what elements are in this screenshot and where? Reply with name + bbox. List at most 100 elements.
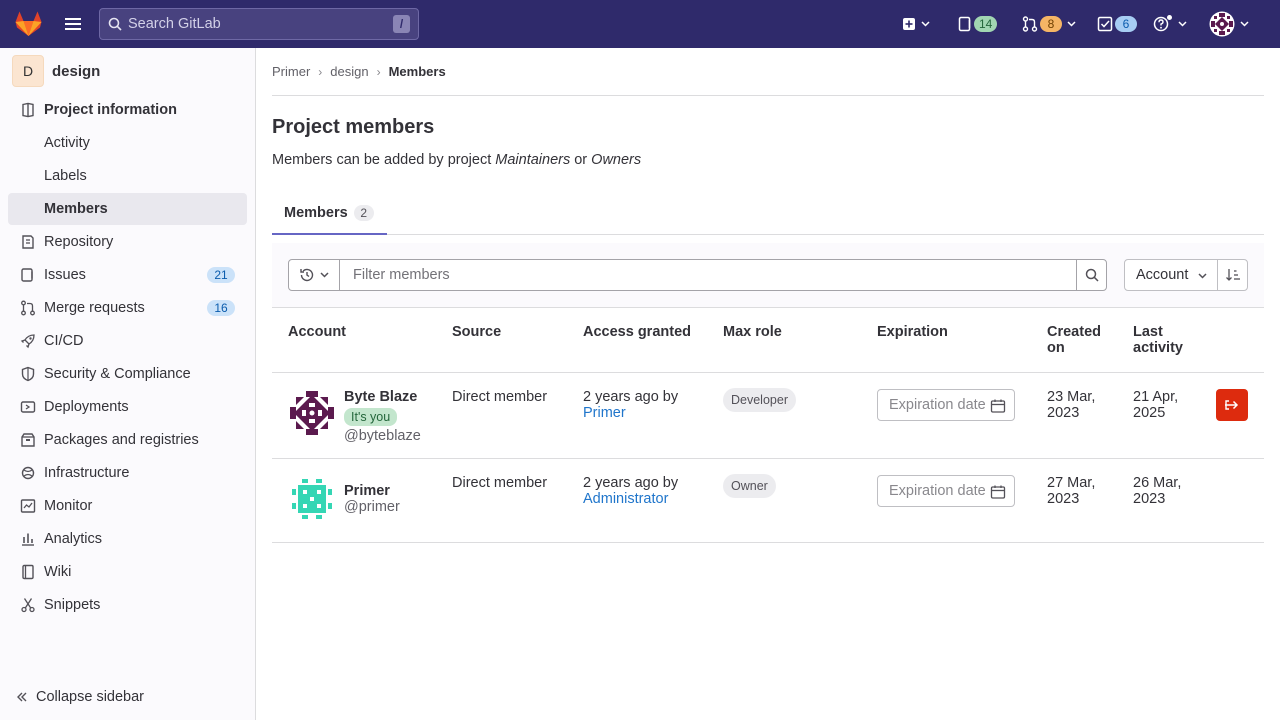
collapse-sidebar-button[interactable]: Collapse sidebar xyxy=(16,689,144,705)
sidebar-item-packages-registries[interactable]: Packages and registries xyxy=(8,424,247,456)
merge-requests-dropdown[interactable]: 8 xyxy=(1022,12,1076,36)
snippet-icon xyxy=(21,598,35,613)
sidebar-item-labels[interactable]: Labels xyxy=(8,160,247,192)
sidebar-item-label: CI/CD xyxy=(44,333,84,349)
question-icon xyxy=(1153,15,1172,32)
sidebar-item-merge-requests[interactable]: Merge requests 16 xyxy=(8,292,247,324)
help-dropdown[interactable] xyxy=(1153,12,1187,36)
access-granted: 2 years ago by Administrator xyxy=(583,475,678,507)
sidebar-item-security-compliance[interactable]: Security & Compliance xyxy=(8,358,247,390)
max-role-badge[interactable]: Developer xyxy=(723,388,796,412)
column-header-access-granted: Access granted xyxy=(583,324,691,340)
byte-blaze-avatar-icon xyxy=(288,389,336,437)
avatar[interactable] xyxy=(288,389,336,437)
sidebar-item-label: Security & Compliance xyxy=(44,366,191,382)
column-header-max-role: Max role xyxy=(723,324,782,340)
tab-label: Members xyxy=(284,204,348,221)
last-activity: 26 Mar, 2023 xyxy=(1133,475,1182,507)
leave-icon xyxy=(1225,400,1239,410)
sidebar-item-label: Snippets xyxy=(44,597,101,613)
sort-by-dropdown[interactable]: Account xyxy=(1124,259,1218,291)
todos-count-badge: 6 xyxy=(1115,16,1137,32)
sidebar-item-label: Monitor xyxy=(44,498,93,514)
issues-count-badge: 14 xyxy=(974,16,998,32)
gitlab-logo-icon[interactable] xyxy=(15,11,42,37)
chevron-down-icon xyxy=(320,272,329,278)
chevron-down-icon xyxy=(1198,273,1207,279)
page-description: Members can be added by project Maintain… xyxy=(272,152,641,168)
granted-by-link[interactable]: Primer xyxy=(583,405,678,421)
divider xyxy=(272,458,1264,459)
sidebar-item-repository[interactable]: Repository xyxy=(8,226,247,258)
sidebar-item-label: Packages and registries xyxy=(44,432,199,448)
sidebar-item-members[interactable]: Members xyxy=(8,193,247,225)
member-info: Primer @primer xyxy=(344,483,400,515)
sidebar-item-monitor[interactable]: Monitor xyxy=(8,490,247,522)
column-header-account: Account xyxy=(288,324,346,340)
chevron-double-left-icon xyxy=(17,692,27,702)
sidebar-project-header[interactable]: D design xyxy=(12,55,100,87)
sidebar-item-deployments[interactable]: Deployments xyxy=(8,391,247,423)
member-name[interactable]: Byte Blaze xyxy=(344,389,421,405)
repository-icon xyxy=(22,235,34,249)
expiration-date-input[interactable]: Expiration date xyxy=(877,389,1015,421)
member-handle: @primer xyxy=(344,499,400,515)
todos-shortcut[interactable]: 6 xyxy=(1097,12,1137,36)
sort-direction-button[interactable] xyxy=(1217,259,1248,291)
filter-search-button[interactable] xyxy=(1076,259,1107,291)
book-icon xyxy=(22,564,34,580)
sidebar-item-project-information[interactable]: Project information xyxy=(8,94,247,126)
column-header-created-on: Created on xyxy=(1047,324,1101,356)
avatar[interactable] xyxy=(288,475,336,523)
sidebar-item-snippets[interactable]: Snippets xyxy=(8,589,247,621)
breadcrumb-current[interactable]: Members xyxy=(389,64,446,79)
merge-request-icon xyxy=(1022,16,1038,32)
member-name[interactable]: Primer xyxy=(344,483,400,499)
plus-square-icon xyxy=(903,18,915,30)
primer-avatar-icon xyxy=(288,475,336,523)
create-new-dropdown[interactable] xyxy=(902,12,930,36)
issues-shortcut[interactable]: 14 xyxy=(958,12,998,36)
issues-count-badge: 21 xyxy=(207,267,235,283)
filter-bar: Filter members Account xyxy=(272,243,1264,308)
max-role-badge[interactable]: Owner xyxy=(723,474,776,498)
access-granted-text: 2 years ago by xyxy=(583,475,679,491)
global-search-input[interactable]: Search GitLab / xyxy=(99,8,419,40)
breadcrumb-item[interactable]: design xyxy=(330,64,368,79)
search-icon xyxy=(108,17,122,31)
sidebar-item-ci-cd[interactable]: CI/CD xyxy=(8,325,247,357)
sidebar-item-infrastructure[interactable]: Infrastructure xyxy=(8,457,247,489)
todo-icon xyxy=(1097,16,1113,32)
chevron-down-icon xyxy=(921,21,930,27)
shield-icon xyxy=(21,366,35,382)
menu-icon[interactable] xyxy=(63,15,83,33)
breadcrumb-item[interactable]: Primer xyxy=(272,64,310,79)
monitor-icon xyxy=(20,499,36,513)
filter-members-input[interactable]: Filter members xyxy=(339,259,1077,291)
sidebar-item-analytics[interactable]: Analytics xyxy=(8,523,247,555)
breadcrumb: Primer › design › Members xyxy=(272,64,446,79)
sidebar-item-activity[interactable]: Activity xyxy=(8,127,247,159)
user-menu-dropdown[interactable] xyxy=(1209,11,1249,37)
sidebar-item-wiki[interactable]: Wiki xyxy=(8,556,247,588)
collapse-sidebar-label: Collapse sidebar xyxy=(36,689,145,705)
sidebar-item-label: Analytics xyxy=(44,531,103,547)
created-on: 23 Mar, 2023 xyxy=(1047,389,1096,421)
sidebar: D design Project information Activity La… xyxy=(0,48,256,720)
search-placeholder: Search GitLab xyxy=(128,16,221,32)
sidebar-item-label: Infrastructure xyxy=(44,465,130,481)
sort-by-label: Account xyxy=(1136,267,1189,283)
search-icon xyxy=(1085,268,1099,282)
granted-by-link[interactable]: Administrator xyxy=(583,491,678,507)
member-handle: @byteblaze xyxy=(344,428,421,444)
sidebar-item-issues[interactable]: Issues 21 xyxy=(8,259,247,291)
leave-project-button[interactable] xyxy=(1216,389,1248,421)
deployments-icon xyxy=(20,401,36,413)
tab-members[interactable]: Members 2 xyxy=(272,192,387,235)
sidebar-item-label: Deployments xyxy=(44,399,129,415)
expiration-placeholder: Expiration date xyxy=(889,483,986,499)
expiration-date-input[interactable]: Expiration date xyxy=(877,475,1015,507)
package-icon xyxy=(21,433,35,447)
project-info-icon xyxy=(22,102,34,118)
recent-searches-button[interactable] xyxy=(288,259,340,291)
